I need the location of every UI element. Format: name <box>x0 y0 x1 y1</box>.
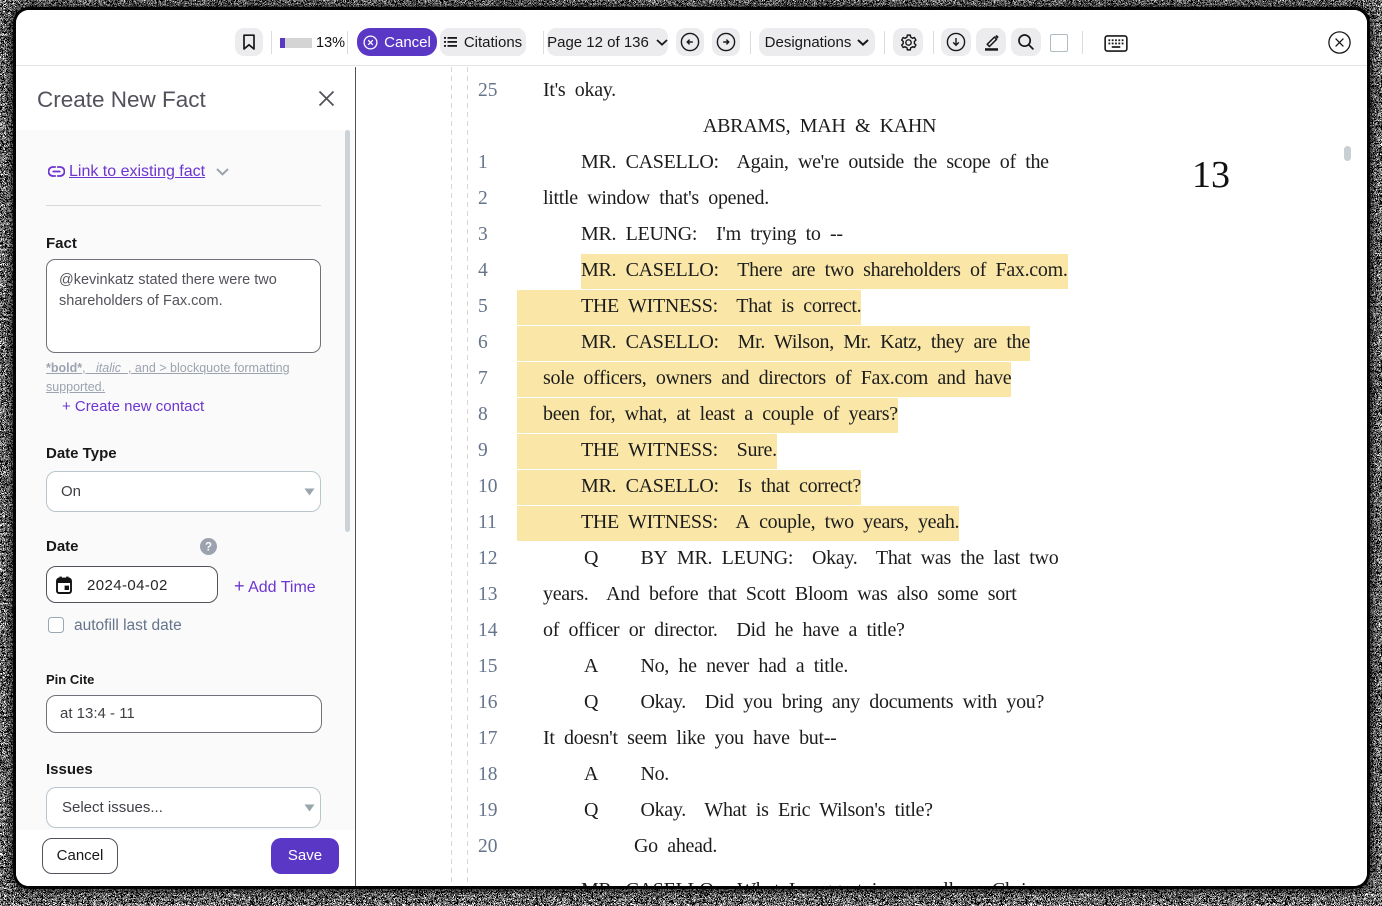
svg-text:?: ? <box>205 542 212 554</box>
